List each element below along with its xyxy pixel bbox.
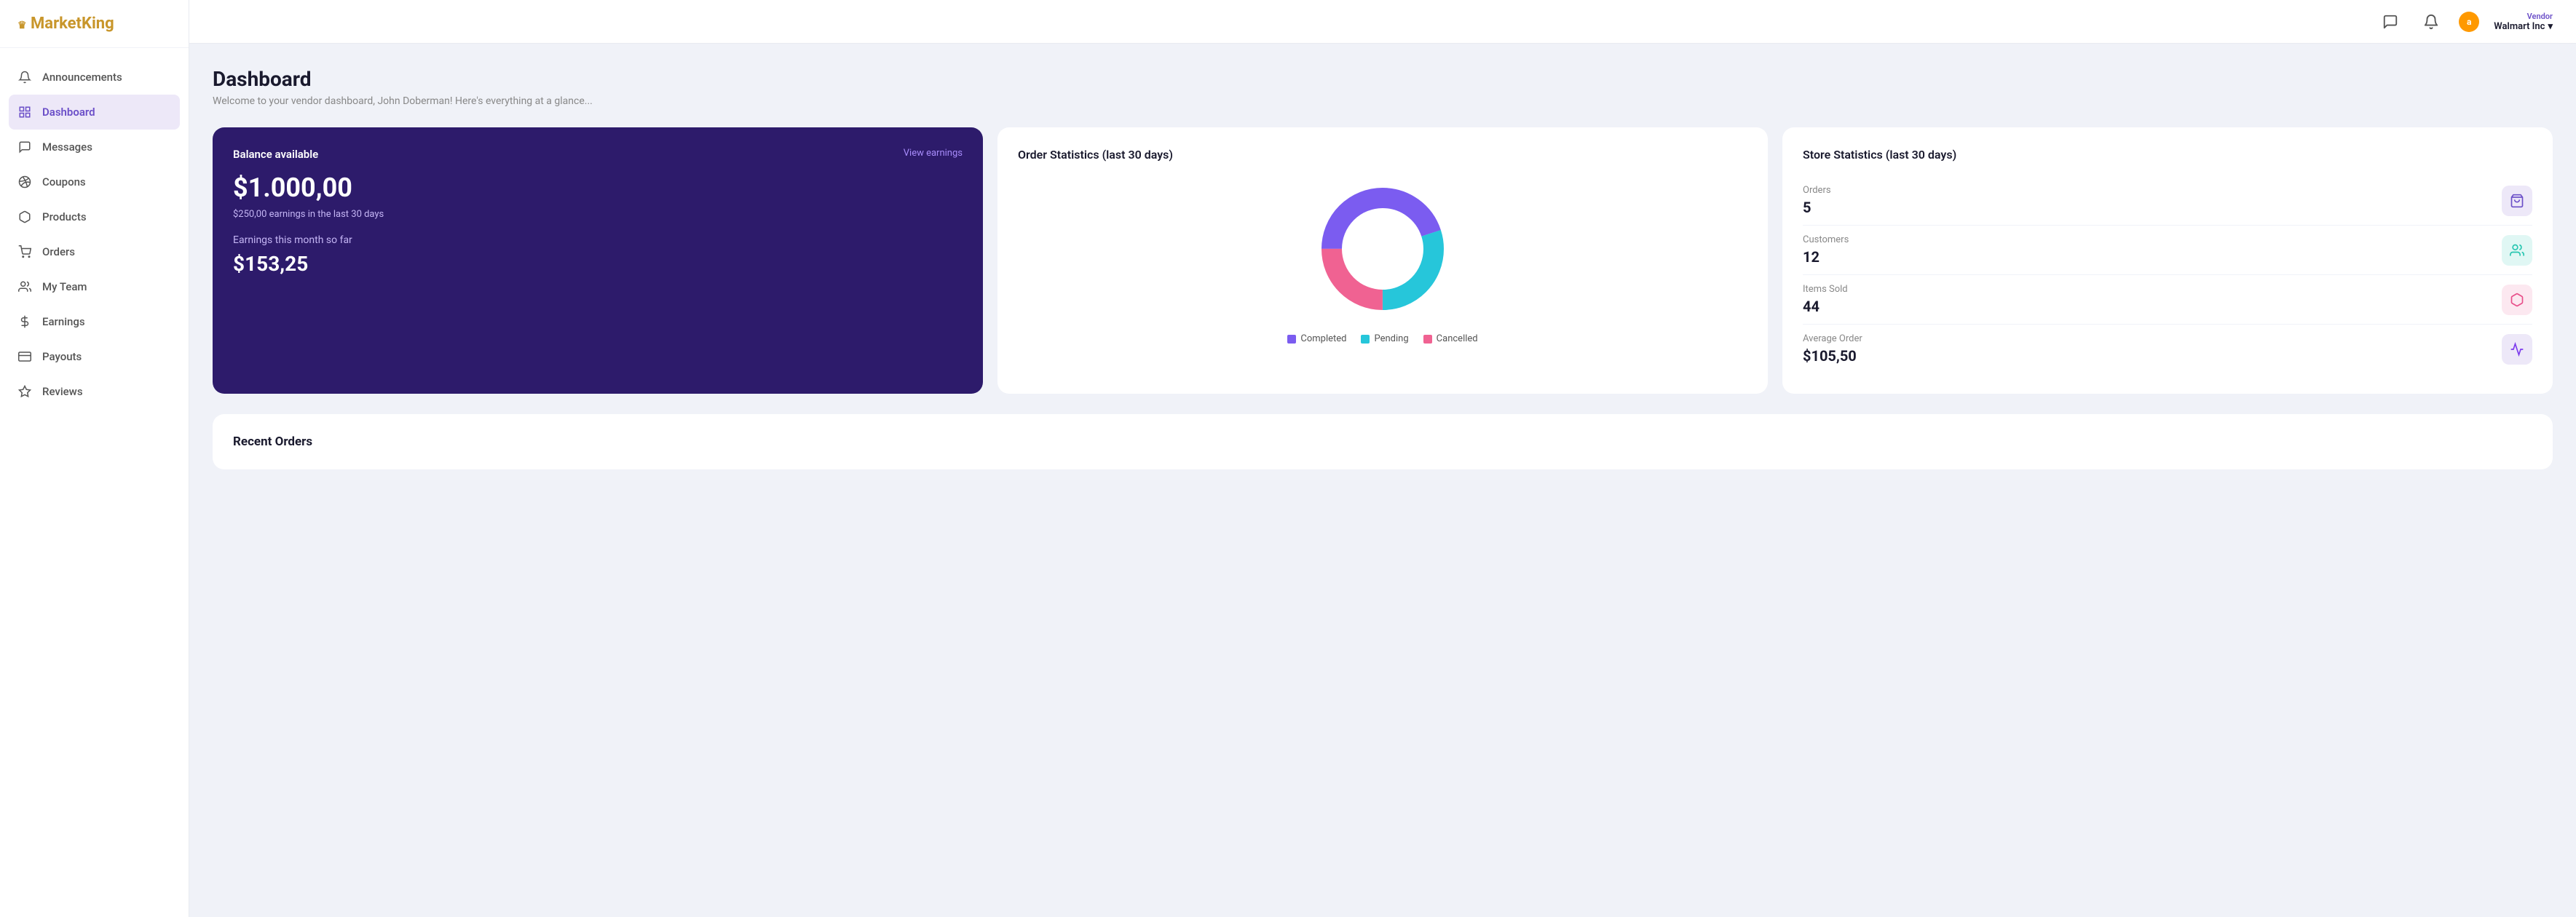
messages-icon xyxy=(17,140,32,154)
cancelled-label: Cancelled xyxy=(1437,333,1478,344)
legend-cancelled: Cancelled xyxy=(1423,333,1478,344)
stat-value-customers: 12 xyxy=(1803,248,1849,266)
logo-brand: Market xyxy=(31,15,82,33)
products-icon xyxy=(17,210,32,224)
donut-container: Completed Pending Cancelled xyxy=(1018,176,1747,344)
earnings-icon xyxy=(17,314,32,329)
sidebar-item-payouts[interactable]: Payouts xyxy=(0,339,189,374)
avg-order-icon xyxy=(2502,334,2532,365)
sidebar: ♛ MarketKing Announcements Dashboard Mes… xyxy=(0,0,189,917)
vendor-info[interactable]: Vendor Walmart Inc ▾ xyxy=(2494,12,2553,32)
sidebar-item-label: Payouts xyxy=(42,350,82,363)
stat-row-items-sold: Items Sold 44 xyxy=(1803,275,2532,325)
pending-label: Pending xyxy=(1374,333,1408,344)
recent-orders-title: Recent Orders xyxy=(233,434,2532,449)
stat-info-orders: Orders 5 xyxy=(1803,185,1831,216)
balance-amount: $1.000,00 xyxy=(233,172,963,203)
balance-sub-text: $250,00 earnings in the last 30 days xyxy=(233,209,963,220)
order-stats-card: Order Statistics (last 30 days) xyxy=(997,127,1768,394)
stat-value-orders: 5 xyxy=(1803,199,1831,216)
stat-info-avg-order: Average Order $105,50 xyxy=(1803,333,1862,365)
vendor-name: Walmart Inc ▾ xyxy=(2494,21,2553,32)
sidebar-item-products[interactable]: Products xyxy=(0,199,189,234)
month-amount: $153,25 xyxy=(233,252,963,276)
sidebar-item-earnings[interactable]: Earnings xyxy=(0,304,189,339)
bell-icon[interactable] xyxy=(2418,9,2444,35)
dashboard-icon xyxy=(17,105,32,119)
sidebar-item-dashboard[interactable]: Dashboard xyxy=(9,95,180,130)
view-earnings-link[interactable]: View earnings xyxy=(904,148,963,159)
sidebar-item-reviews[interactable]: Reviews xyxy=(0,374,189,409)
legend-pending: Pending xyxy=(1361,333,1408,344)
chevron-down-icon: ▾ xyxy=(2548,21,2553,32)
sidebar-item-announcements[interactable]: Announcements xyxy=(0,60,189,95)
balance-card: Balance available View earnings $1.000,0… xyxy=(213,127,983,394)
cancelled-dot xyxy=(1423,335,1432,344)
stat-label-orders: Orders xyxy=(1803,185,1831,196)
my-team-icon xyxy=(17,279,32,294)
stat-row-avg-order: Average Order $105,50 xyxy=(1803,325,2532,373)
sidebar-item-label: Orders xyxy=(42,245,75,258)
completed-dot xyxy=(1287,335,1296,344)
chart-legend: Completed Pending Cancelled xyxy=(1287,333,1477,344)
sidebar-item-label: Messages xyxy=(42,140,92,154)
coupons-icon xyxy=(17,175,32,189)
amazon-icon: a xyxy=(2459,12,2479,32)
balance-label: Balance available xyxy=(233,148,318,161)
chat-icon[interactable] xyxy=(2377,9,2403,35)
sidebar-item-my-team[interactable]: My Team xyxy=(0,269,189,304)
sidebar-item-label: Dashboard xyxy=(42,106,95,119)
main-area: a Vendor Walmart Inc ▾ Dashboard Welcome… xyxy=(189,0,2576,917)
stat-info-items-sold: Items Sold 44 xyxy=(1803,284,1848,315)
crown-icon: ♛ xyxy=(17,20,27,31)
orders-icon xyxy=(17,245,32,259)
stat-value-items-sold: 44 xyxy=(1803,298,1848,315)
stat-label-items-sold: Items Sold xyxy=(1803,284,1848,295)
legend-completed: Completed xyxy=(1287,333,1346,344)
month-label: Earnings this month so far xyxy=(233,234,963,246)
sidebar-item-orders[interactable]: Orders xyxy=(0,234,189,269)
items-sold-icon xyxy=(2502,285,2532,315)
store-stats-card: Store Statistics (last 30 days) Orders 5 xyxy=(1782,127,2553,394)
logo-area: ♛ MarketKing xyxy=(0,0,189,48)
sidebar-item-label: Coupons xyxy=(42,175,86,188)
content-area: Dashboard Welcome to your vendor dashboa… xyxy=(189,44,2576,917)
store-stats-title: Store Statistics (last 30 days) xyxy=(1803,148,2532,162)
sidebar-item-label: Announcements xyxy=(42,71,122,84)
stat-info-customers: Customers 12 xyxy=(1803,234,1849,266)
page-subtitle: Welcome to your vendor dashboard, John D… xyxy=(213,95,2553,107)
nav-items: Announcements Dashboard Messages Coupons… xyxy=(0,48,189,917)
customers-icon xyxy=(2502,235,2532,266)
stat-value-avg-order: $105,50 xyxy=(1803,347,1862,365)
stat-row-customers: Customers 12 xyxy=(1803,226,2532,275)
orders-icon xyxy=(2502,186,2532,216)
payouts-icon xyxy=(17,349,32,364)
order-stats-title: Order Statistics (last 30 days) xyxy=(1018,148,1747,162)
pending-dot xyxy=(1361,335,1370,344)
page-title: Dashboard xyxy=(213,67,2553,91)
logo-highlight: King xyxy=(82,15,114,33)
announcements-icon xyxy=(17,70,32,84)
sidebar-item-label: Reviews xyxy=(42,385,83,398)
sidebar-item-label: My Team xyxy=(42,280,87,293)
sidebar-item-label: Products xyxy=(42,210,87,223)
recent-orders-section: Recent Orders xyxy=(213,414,2553,469)
logo: ♛ MarketKing xyxy=(17,15,171,33)
donut-chart xyxy=(1310,176,1455,322)
stat-row-orders: Orders 5 xyxy=(1803,176,2532,226)
sidebar-item-messages[interactable]: Messages xyxy=(0,130,189,164)
stat-label-avg-order: Average Order xyxy=(1803,333,1862,344)
stat-label-customers: Customers xyxy=(1803,234,1849,245)
sidebar-item-coupons[interactable]: Coupons xyxy=(0,164,189,199)
completed-label: Completed xyxy=(1300,333,1346,344)
header: a Vendor Walmart Inc ▾ xyxy=(189,0,2576,44)
cards-row: Balance available View earnings $1.000,0… xyxy=(213,127,2553,394)
reviews-icon xyxy=(17,384,32,399)
vendor-label: Vendor xyxy=(2494,12,2553,21)
sidebar-item-label: Earnings xyxy=(42,315,85,328)
